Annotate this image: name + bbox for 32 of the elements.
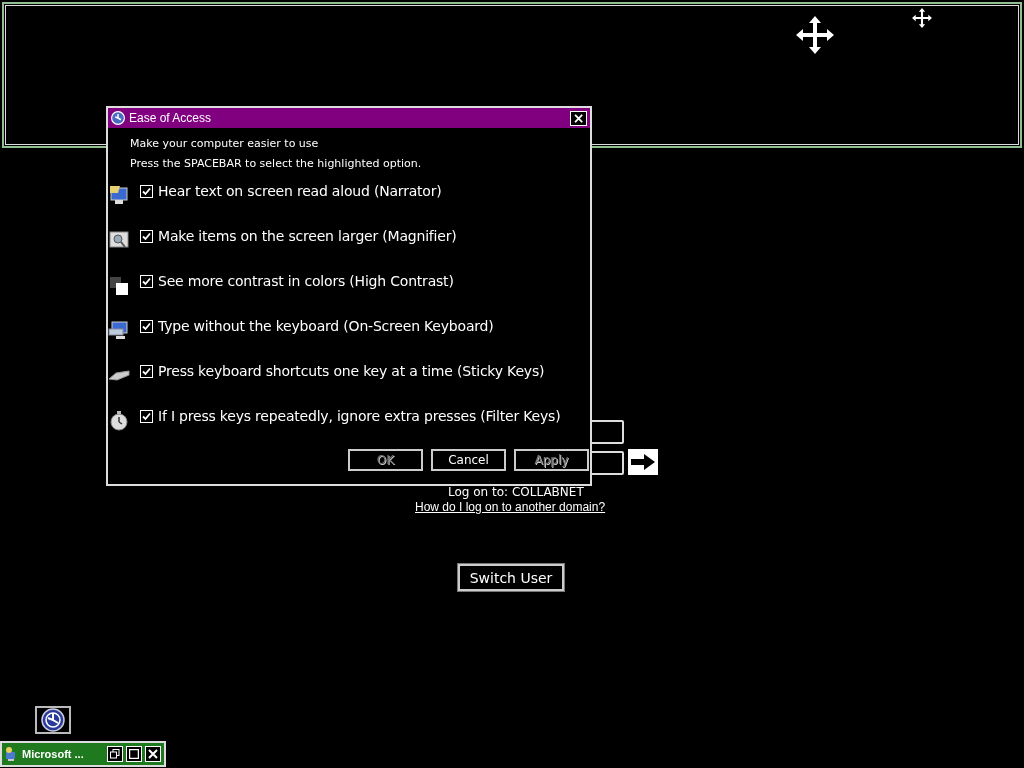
option-label[interactable]: Press keyboard shortcuts one key at a time (Sticky Keys) [158, 363, 545, 379]
submit-button[interactable] [628, 449, 658, 475]
instruction-text: Press the SPACEBAR to select the highlighted option. [130, 156, 423, 172]
keys-icon [108, 369, 130, 381]
ease-of-access-button[interactable] [35, 706, 71, 734]
move-icon [794, 14, 836, 56]
option-label[interactable]: If I press keys repeatedly, ignore extra presses (Filter Keys) [158, 408, 561, 424]
dialog-heading: Make your computer easier to use [130, 136, 320, 152]
checkbox[interactable] [140, 274, 153, 288]
checkbox[interactable] [140, 229, 153, 243]
restore-button[interactable] [107, 746, 123, 762]
checkbox[interactable] [140, 364, 153, 378]
checkbox[interactable] [140, 319, 153, 333]
ease-of-access-icon [111, 111, 125, 125]
window-title: Ease of Access [129, 111, 212, 125]
close-button[interactable]: × [570, 110, 587, 126]
domain-help-link[interactable]: How do I log on to another domain? [415, 500, 606, 514]
dialog-button[interactable]: Cancel [431, 449, 506, 471]
move-icon [911, 7, 933, 29]
checkbox[interactable] [140, 409, 153, 423]
maximize-button[interactable] [126, 746, 142, 762]
checkbox[interactable] [140, 184, 153, 198]
switch-user-button[interactable]: Switch User [458, 564, 564, 591]
option-label[interactable]: Hear text on screen read aloud (Narrator) [158, 183, 442, 199]
option-label[interactable]: See more contrast in colors (High Contrast) [158, 273, 454, 289]
domain-label: Log on to: COLLABNET [448, 485, 584, 499]
option-label[interactable]: Make items on the screen larger (Magnifier) [158, 228, 457, 244]
option-label[interactable]: Type without the keyboard (On-Screen Keyboard) [158, 318, 494, 334]
taskbar-title: Microsoft ... [22, 748, 84, 760]
taskbar-item[interactable]: Microsoft ... [0, 741, 166, 767]
close-button[interactable] [145, 746, 161, 762]
contrast-icon [108, 274, 130, 296]
